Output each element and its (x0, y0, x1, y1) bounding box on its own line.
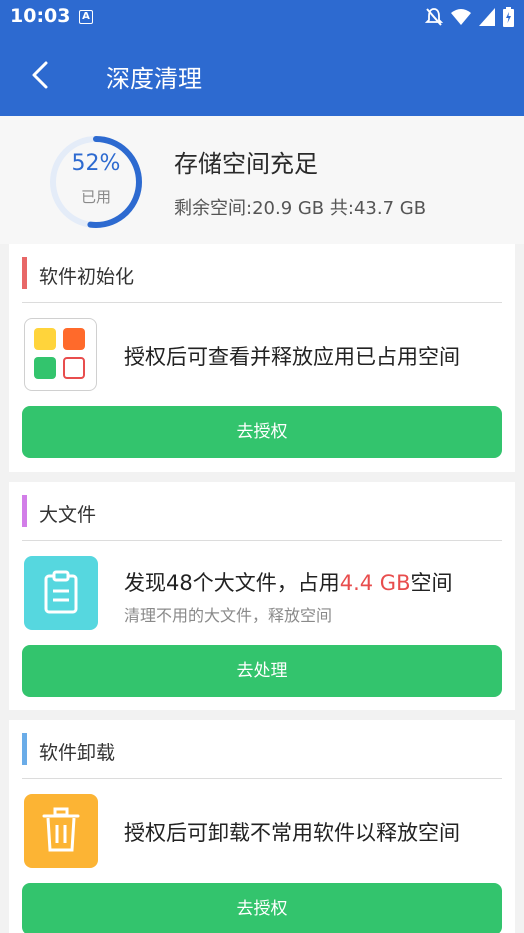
card-title: 软件初始化 (39, 266, 135, 288)
storage-summary: 52% 已用 存储空间充足 剩余空间:20.9 GB 共:43.7 GB (0, 116, 524, 244)
divider (22, 540, 502, 541)
app-mini-icon (34, 328, 56, 350)
process-button[interactable]: 去处理 (22, 645, 502, 697)
card-title: 大文件 (39, 504, 97, 526)
used-label: 已用 (80, 188, 111, 206)
card-header: 软件卸载 (22, 732, 502, 768)
card-description: 授权后可卸载不常用软件以释放空间 (124, 821, 460, 845)
status-time: 10:03 (10, 5, 71, 27)
summary-suffix: 空间 (410, 571, 453, 595)
mute-icon (425, 8, 443, 26)
authorize-uninstall-button[interactable]: 去授权 (22, 883, 502, 933)
authorize-button[interactable]: 去授权 (22, 406, 502, 458)
app-bar: 深度清理 (0, 35, 524, 116)
large-files-summary: 发现48个大文件，占用4.4 GB空间 (124, 567, 453, 597)
status-bar: 10:03 A (0, 0, 524, 35)
app-mini-icon (63, 328, 85, 350)
card-accent-bar (22, 495, 27, 527)
wifi-icon (451, 9, 471, 25)
card-subtitle: 清理不用的大文件，释放空间 (124, 606, 333, 625)
signal-icon (479, 8, 495, 26)
trash-icon (42, 807, 80, 852)
card-accent-bar (22, 257, 27, 289)
clipboard-icon (44, 570, 78, 614)
card-description: 授权后可查看并释放应用已占用空间 (124, 345, 460, 369)
clipboard-tile (24, 556, 98, 630)
back-button[interactable] (24, 55, 64, 95)
card-header: 大文件 (22, 494, 502, 530)
back-arrow-icon (32, 61, 48, 89)
app-mini-icon (34, 357, 56, 379)
card-header: 软件初始化 (22, 256, 502, 292)
card-app-init: 软件初始化 授权后可查看并释放应用已占用空间 去授权 (9, 244, 515, 472)
card-uninstall: 软件卸载 授权后可卸载不常用软件以释放空间 去授权 (9, 720, 515, 933)
card-accent-bar (22, 733, 27, 765)
app-grid-icon (24, 318, 97, 391)
card-title: 软件卸载 (39, 742, 116, 764)
notification-icon: A (79, 10, 93, 24)
storage-space-text: 剩余空间:20.9 GB 共:43.7 GB (174, 198, 427, 219)
page-title: 深度清理 (106, 65, 202, 93)
summary-prefix: 发现48个大文件，占用 (124, 571, 340, 595)
card-large-files: 大文件 发现48个大文件，占用4.4 GB空间 清理不用的大文件，释放空间 去处… (9, 482, 515, 710)
divider (22, 778, 502, 779)
status-icons (425, 7, 514, 27)
used-percent: 52% (71, 151, 121, 176)
battery-icon (503, 7, 514, 27)
large-files-size: 4.4 GB (339, 571, 411, 595)
app-mini-icon (63, 357, 85, 379)
divider (22, 302, 502, 303)
storage-usage-ring (50, 136, 142, 228)
storage-status-title: 存储空间充足 (174, 150, 318, 178)
trash-tile (24, 794, 98, 868)
